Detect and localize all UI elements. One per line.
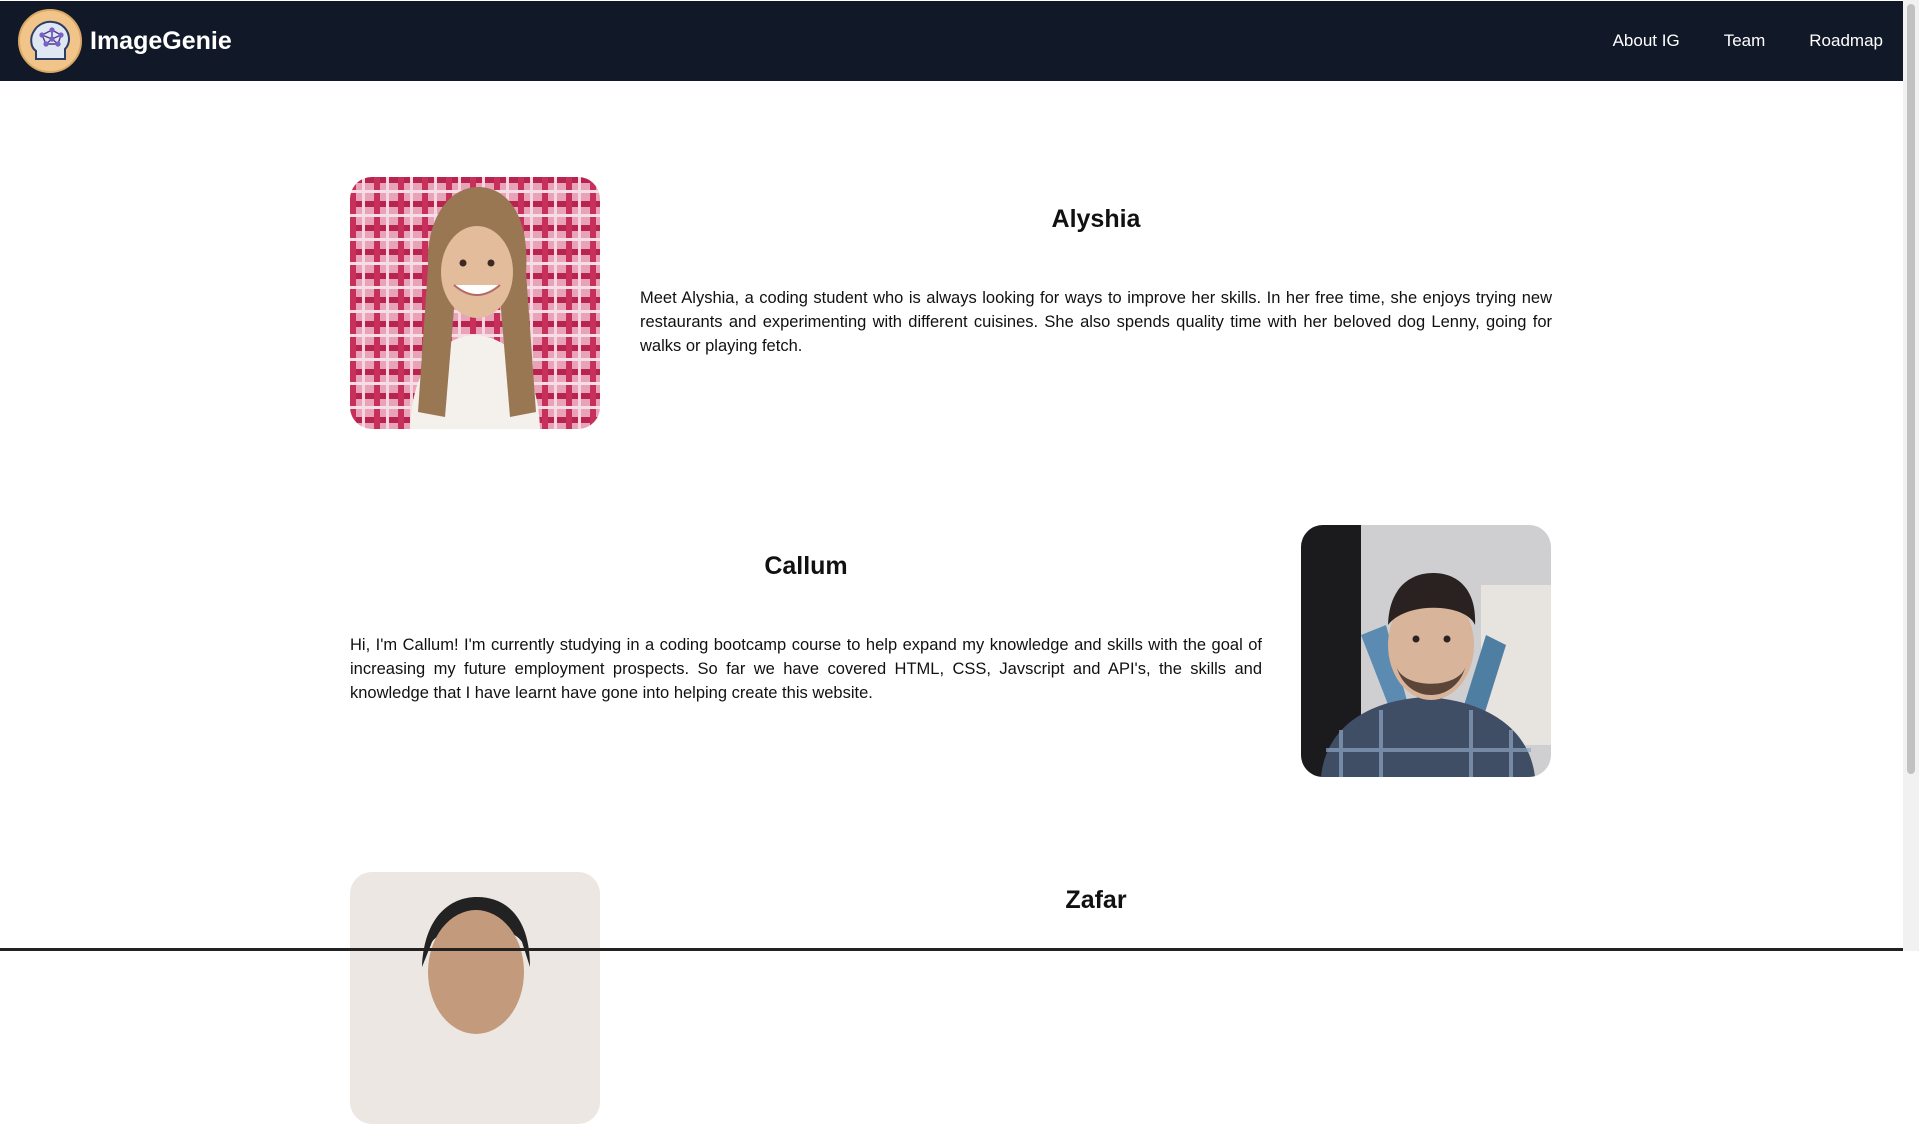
top-navbar: ImageGenie About IG Team Roadmap [0, 1, 1903, 81]
scrollbar-thumb[interactable] [1907, 4, 1915, 774]
zafar-photo [350, 872, 600, 1124]
brain-head-logo-icon [18, 9, 82, 73]
zafar-text-block: Zafar [640, 886, 1552, 915]
member-bio-alyshia: Meet Alyshia, a coding student who is al… [640, 289, 1552, 355]
callum-photo [1301, 525, 1551, 777]
callum-text-block: Callum Hi, I'm Callum! I'm currently stu… [350, 552, 1262, 705]
nav-link-roadmap[interactable]: Roadmap [1809, 31, 1883, 51]
nav-link-team[interactable]: Team [1724, 31, 1766, 51]
member-name-alyshia: Alyshia [1051, 205, 1141, 233]
nav-links: About IG Team Roadmap [1613, 31, 1883, 51]
alyshia-text-block: Alyshia Meet Alyshia, a coding student w… [640, 205, 1552, 358]
member-name-zafar: Zafar [1065, 886, 1127, 914]
member-name-callum: Callum [764, 552, 848, 580]
nav-link-about-ig[interactable]: About IG [1613, 31, 1680, 51]
brand-name[interactable]: ImageGenie [90, 27, 232, 56]
alyshia-photo [350, 177, 600, 429]
brand[interactable]: ImageGenie [18, 9, 232, 73]
member-bio-callum: Hi, I'm Callum! I'm currently studying i… [350, 636, 1262, 702]
page-scrollbar[interactable] [1903, 0, 1919, 951]
